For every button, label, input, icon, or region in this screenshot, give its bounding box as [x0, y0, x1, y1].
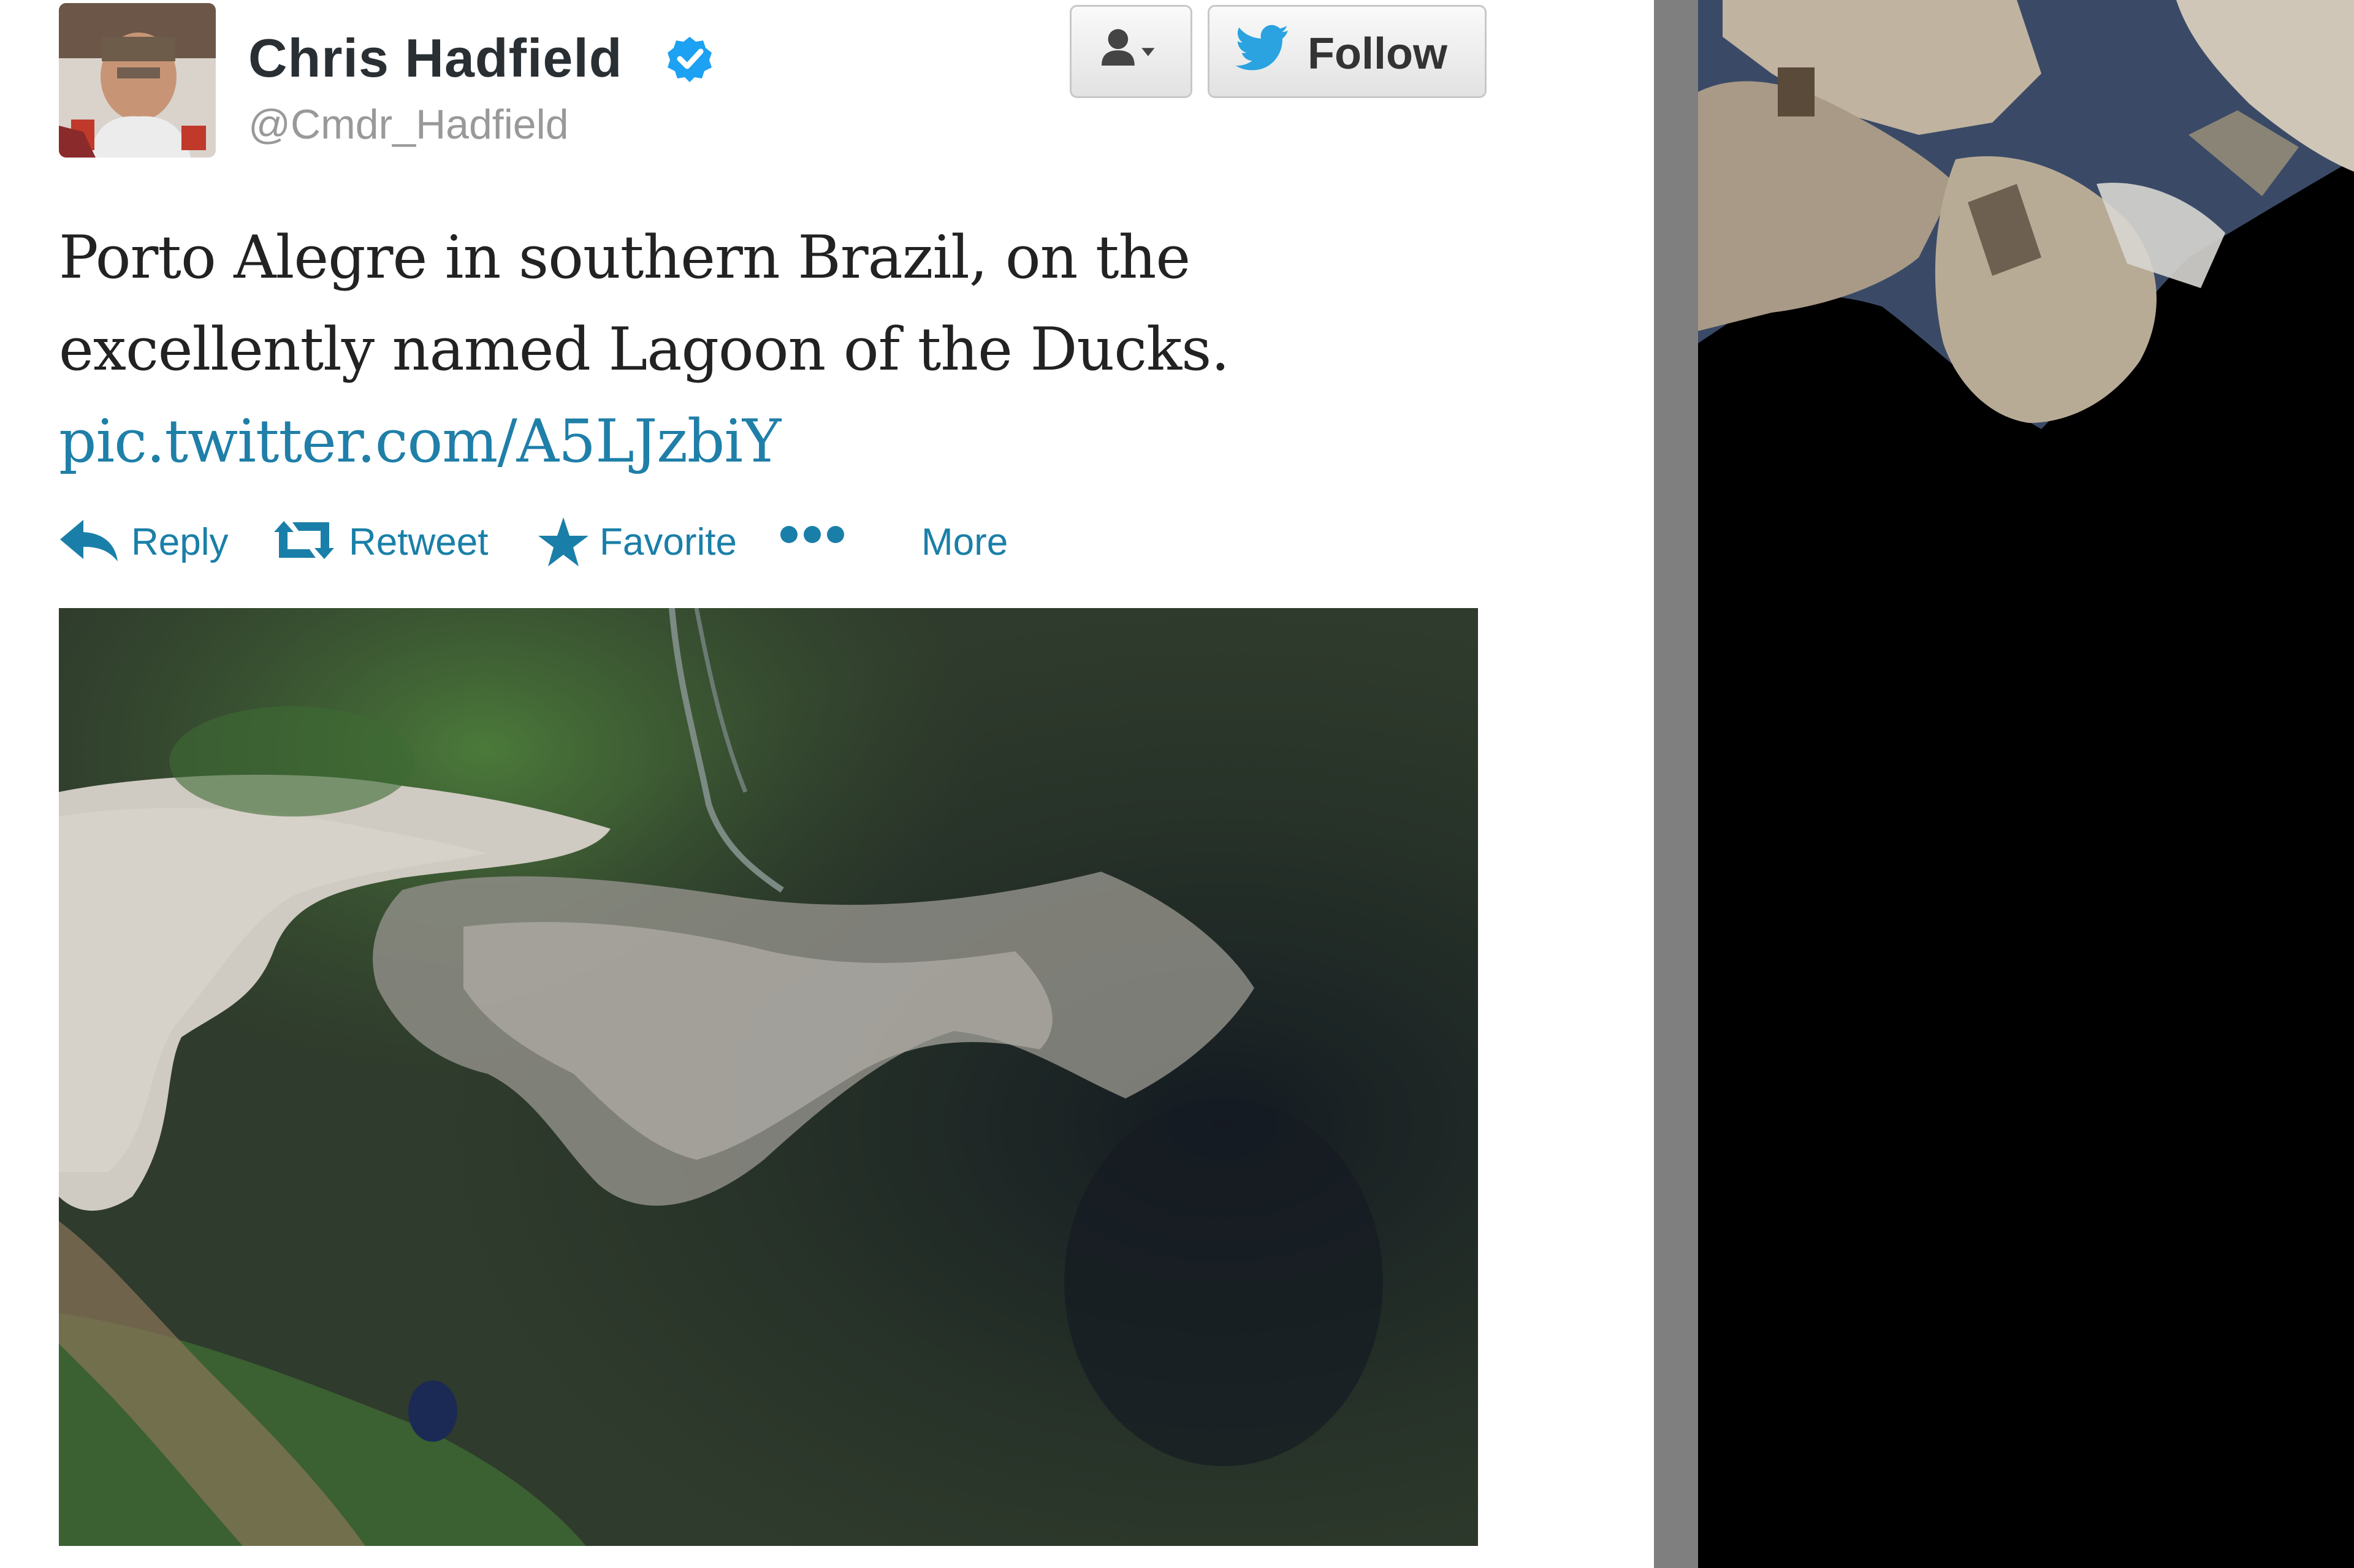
- more-label: More: [921, 521, 1008, 563]
- satellite-photo: [59, 608, 1478, 1546]
- tweet-card: Chris Hadfield @Cmdr_Hadfield Follow Por…: [0, 0, 1654, 1568]
- tweet-text-line: excellently named Lagoon of the Ducks.: [59, 315, 1230, 384]
- more-action[interactable]: More: [779, 509, 1012, 576]
- person-dropdown-icon: [1101, 29, 1155, 66]
- favorite-action[interactable]: Favorite: [537, 509, 801, 576]
- reply-action[interactable]: Reply: [59, 509, 243, 576]
- follow-label: Follow: [1308, 29, 1447, 78]
- space-station-module: [1698, 0, 2354, 1568]
- author-handle[interactable]: @Cmdr_Hadfield: [248, 97, 569, 152]
- reply-arrow-icon: [60, 520, 118, 561]
- tweet-media-link[interactable]: pic.twitter.com/A5LJzbiY: [59, 407, 781, 476]
- avatar-portrait: [59, 3, 216, 158]
- reply-label: Reply: [131, 521, 229, 563]
- retweet-action[interactable]: Retweet: [270, 509, 503, 576]
- favorite-label: Favorite: [600, 521, 737, 563]
- twitter-bird-icon: [1235, 25, 1288, 70]
- author-avatar[interactable]: [59, 3, 216, 158]
- star-icon: [538, 517, 588, 566]
- retweet-label: Retweet: [349, 521, 489, 563]
- author-display-name[interactable]: Chris Hadfield: [248, 25, 623, 92]
- verified-badge-icon: [668, 37, 712, 82]
- side-photo-panel: [1698, 0, 2354, 1568]
- window-divider: [1654, 0, 1698, 1568]
- tweet-media-photo[interactable]: [59, 608, 1478, 1546]
- tweet-text-line: Porto Alegre in southern Brazil, on the: [59, 223, 1190, 292]
- ellipsis-icon: [780, 526, 844, 543]
- retweet-icon: [274, 521, 334, 559]
- tweet-text: Porto Alegre in southern Brazil, on the …: [59, 211, 1530, 487]
- follow-button[interactable]: Follow: [1208, 5, 1487, 98]
- user-actions-dropdown-button[interactable]: [1070, 5, 1192, 98]
